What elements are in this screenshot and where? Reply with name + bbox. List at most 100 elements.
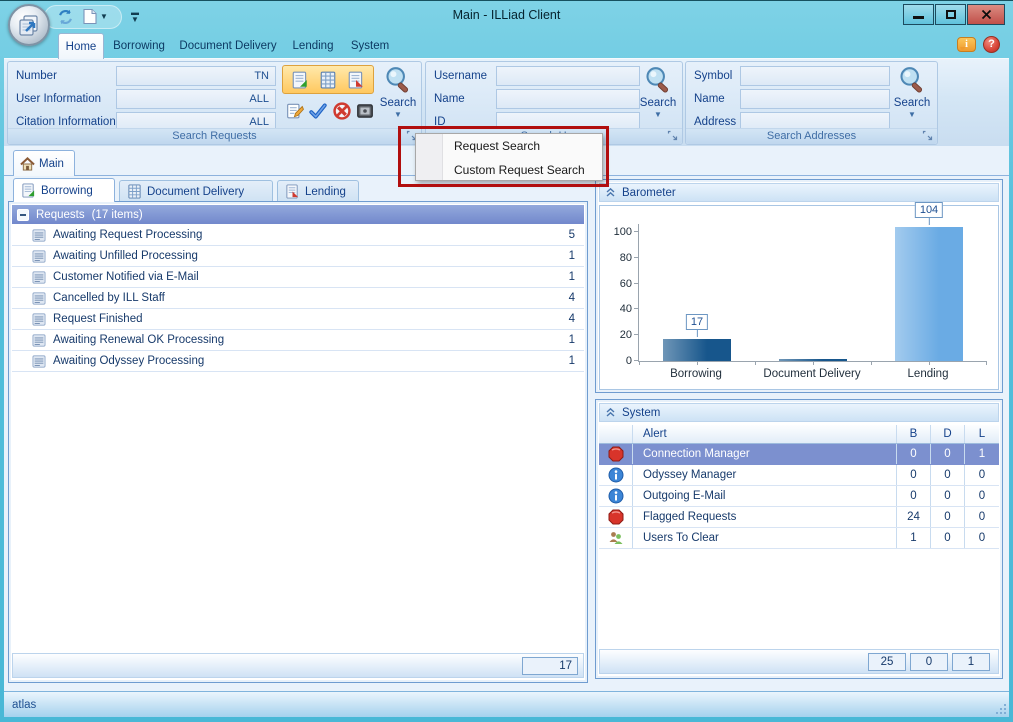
request-status-row[interactable]: Awaiting Odyssey Processing 1 xyxy=(12,351,584,372)
barometer-header[interactable]: Barometer xyxy=(599,183,999,202)
resize-grip-icon[interactable] xyxy=(994,702,1006,714)
system-panel: System Alert B D L Connection Manager 0 … xyxy=(595,399,1003,679)
system-header[interactable]: System xyxy=(599,403,999,422)
group-search-addresses: Symbol Name Address Search ▼ Search Addr… xyxy=(685,61,938,145)
table-green-arrow-icon xyxy=(291,71,309,89)
close-button[interactable] xyxy=(967,4,1005,25)
address-name-field[interactable] xyxy=(740,89,890,109)
main-document-tab[interactable]: Main xyxy=(13,150,75,176)
application-menu-button[interactable] xyxy=(8,4,50,46)
docdel-grid-button[interactable] xyxy=(317,69,339,91)
number-field[interactable]: TN xyxy=(116,66,276,86)
system-footer: 25 0 1 xyxy=(599,649,999,674)
field-label: Citation Information xyxy=(16,116,116,128)
menu-item-custom-request-search[interactable]: Custom Request Search xyxy=(444,158,602,182)
request-list-icon xyxy=(32,313,46,326)
collapse-minus-icon[interactable] xyxy=(17,209,29,221)
column-alert[interactable]: Alert xyxy=(633,425,897,443)
column-b[interactable]: B xyxy=(897,425,931,443)
system-row-outgoing-email[interactable]: Outgoing E-Mail 0 0 0 xyxy=(599,486,999,507)
tab-document-delivery[interactable]: Document Delivery xyxy=(174,34,282,58)
table-green-arrow-icon xyxy=(21,183,36,198)
requests-total: 17 xyxy=(522,657,578,675)
refresh-icon xyxy=(56,8,75,26)
ribbon-tab-row: Home Borrowing Document Delivery Lending… xyxy=(0,31,1013,58)
collapse-chevron-icon xyxy=(605,407,616,418)
magnifier-icon xyxy=(383,65,413,97)
system-row-connection-manager[interactable]: Connection Manager 0 0 1 xyxy=(599,444,999,465)
request-status-row[interactable]: Awaiting Request Processing 5 xyxy=(12,225,584,246)
request-status-row[interactable]: Awaiting Unfilled Processing 1 xyxy=(12,246,584,267)
subtab-borrowing[interactable]: Borrowing xyxy=(13,178,115,202)
field-label: Number xyxy=(16,70,57,82)
search-addresses-button[interactable]: Search ▼ xyxy=(888,65,936,129)
help-icon[interactable]: ? xyxy=(983,36,1000,53)
users-icon xyxy=(599,528,633,548)
field-label: ID xyxy=(434,116,446,128)
requests-group-header[interactable]: Requests (17 items) xyxy=(12,205,584,224)
no-entry-icon xyxy=(333,102,351,120)
stop-icon xyxy=(599,444,633,464)
tip-bubble-icon[interactable]: i xyxy=(957,37,976,52)
qat-overflow-button[interactable]: ▬▼ xyxy=(128,9,142,25)
system-row-users-to-clear[interactable]: Users To Clear 1 0 0 xyxy=(599,528,999,549)
table-red-arrow-icon xyxy=(285,184,300,199)
username-field[interactable] xyxy=(496,66,640,86)
bar-lending: 104 xyxy=(871,223,987,361)
cancel-request-button[interactable] xyxy=(331,100,353,122)
symbol-field[interactable] xyxy=(740,66,890,86)
field-label: Symbol xyxy=(694,70,732,82)
magnifier-icon xyxy=(897,65,927,97)
barometer-chart: 0 20 40 60 80 100 17 xyxy=(599,205,999,390)
new-form-button[interactable]: ▼ xyxy=(82,8,108,25)
field-label: Name xyxy=(434,93,465,105)
request-actions-toolbar xyxy=(282,98,378,124)
refresh-button[interactable] xyxy=(56,8,75,26)
approve-button[interactable] xyxy=(307,100,329,122)
tab-borrowing[interactable]: Borrowing xyxy=(106,34,172,58)
lending-grid-button[interactable] xyxy=(345,69,367,91)
tab-home[interactable]: Home xyxy=(58,33,104,59)
table-red-arrow-icon xyxy=(347,71,365,89)
dialog-launcher-icon[interactable] xyxy=(667,130,679,142)
illiad-app-icon xyxy=(17,13,41,37)
field-label: Address xyxy=(694,116,736,128)
archive-button[interactable] xyxy=(354,100,376,122)
maximize-button[interactable] xyxy=(935,4,966,25)
column-l[interactable]: L xyxy=(965,425,999,443)
menu-item-request-search[interactable]: Request Search xyxy=(444,134,602,158)
illiad-client-window: Main - ILLiad Client xyxy=(0,0,1013,722)
request-status-row[interactable]: Customer Notified via E-Mail 1 xyxy=(12,267,584,288)
window-title: Main - ILLiad Client xyxy=(0,8,1013,22)
system-row-odyssey-manager[interactable]: Odyssey Manager 0 0 0 xyxy=(599,465,999,486)
request-status-row[interactable]: Request Finished 4 xyxy=(12,309,584,330)
request-list-icon xyxy=(32,250,46,263)
borrowing-grid-button[interactable] xyxy=(289,69,311,91)
search-requests-button[interactable]: Search ▼ xyxy=(374,65,422,129)
request-list-icon xyxy=(32,292,46,305)
system-row-flagged-requests[interactable]: Flagged Requests 24 0 0 xyxy=(599,507,999,528)
blue-check-icon xyxy=(309,102,327,120)
bar-borrowing: 17 xyxy=(639,223,755,361)
user-name-field[interactable] xyxy=(496,89,640,109)
user-information-field[interactable]: ALL xyxy=(116,89,276,109)
edit-note-icon xyxy=(286,102,304,120)
column-d[interactable]: D xyxy=(931,425,965,443)
view-toolbar xyxy=(282,65,374,94)
minimize-button[interactable] xyxy=(903,4,934,25)
y-tick-label: 80 xyxy=(608,252,632,264)
edit-request-button[interactable] xyxy=(284,100,306,122)
system-alert-table: Alert B D L Connection Manager 0 0 1 xyxy=(599,425,999,647)
request-status-row[interactable]: Cancelled by ILL Staff 4 xyxy=(12,288,584,309)
tab-lending[interactable]: Lending xyxy=(284,34,342,58)
request-status-row[interactable]: Awaiting Renewal OK Processing 1 xyxy=(12,330,584,351)
search-users-button[interactable]: Search ▼ xyxy=(634,65,682,129)
bar-document-delivery xyxy=(755,223,871,361)
barometer-panel: Barometer 0 20 40 60 80 100 xyxy=(595,179,1003,393)
tab-system[interactable]: System xyxy=(344,34,396,58)
subtab-lending[interactable]: Lending xyxy=(277,180,359,202)
collapse-chevron-icon xyxy=(605,187,616,198)
minimize-icon xyxy=(913,16,924,19)
subtab-document-delivery[interactable]: Document Delivery xyxy=(119,180,273,202)
dialog-launcher-icon[interactable] xyxy=(922,130,934,142)
